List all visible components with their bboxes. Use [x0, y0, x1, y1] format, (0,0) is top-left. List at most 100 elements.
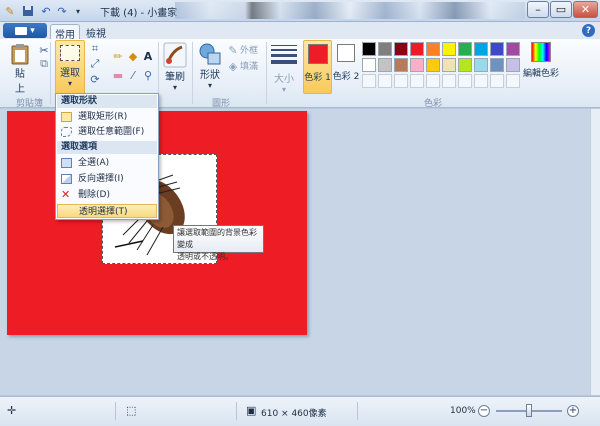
- palette-swatch[interactable]: [410, 58, 424, 72]
- title-bar-background: [175, 2, 525, 19]
- custom-color-slot[interactable]: [410, 74, 424, 88]
- brushes-button[interactable]: 筆刷 ▾: [161, 42, 189, 92]
- custom-color-slot[interactable]: [362, 74, 376, 88]
- paste-button[interactable]: 貼 上: [8, 43, 32, 95]
- freeform-selection-item[interactable]: 選取任意範圍(F): [57, 125, 157, 139]
- shapes-label: 形狀: [200, 70, 220, 81]
- tooltip-line-1: 讓選取範圍的背景色彩變成: [177, 228, 257, 249]
- select-all-icon: [61, 158, 72, 168]
- palette-swatch[interactable]: [394, 58, 408, 72]
- custom-color-slot[interactable]: [442, 74, 456, 88]
- palette-swatch[interactable]: [378, 42, 392, 56]
- help-button[interactable]: ?: [582, 24, 595, 37]
- resize-icon[interactable]: ⤢: [88, 57, 102, 71]
- custom-color-slot[interactable]: [394, 74, 408, 88]
- palette-swatch[interactable]: [474, 42, 488, 56]
- palette-swatch[interactable]: [474, 58, 488, 72]
- shapes-button[interactable]: 形狀 ▾: [197, 42, 223, 90]
- rotate-icon[interactable]: ⟳: [88, 72, 102, 86]
- maximize-button[interactable]: ▭: [550, 1, 572, 18]
- brush-icon: [163, 42, 187, 68]
- text-tool-icon[interactable]: A: [141, 49, 155, 63]
- file-menu-button[interactable]: ▾: [3, 23, 47, 38]
- save-icon[interactable]: [20, 3, 36, 19]
- palette-swatch[interactable]: [394, 42, 408, 56]
- cut-icon[interactable]: ✂: [37, 43, 51, 57]
- palette-swatch[interactable]: [362, 58, 376, 72]
- palette-swatch[interactable]: [426, 58, 440, 72]
- separator: [192, 42, 193, 104]
- color2-button[interactable]: 色彩 2: [333, 40, 359, 82]
- custom-color-slot[interactable]: [474, 74, 488, 88]
- palette-swatch[interactable]: [378, 58, 392, 72]
- copy-icon[interactable]: ⧉: [37, 57, 51, 71]
- tab-view[interactable]: 檢視: [82, 24, 110, 40]
- select-all-item[interactable]: 全選(A): [57, 156, 157, 170]
- paste-label-2: 上: [15, 84, 25, 95]
- fill-label[interactable]: 填滿: [240, 59, 258, 72]
- palette-swatch[interactable]: [442, 42, 456, 56]
- custom-color-slot[interactable]: [506, 74, 520, 88]
- palette-swatch[interactable]: [458, 58, 472, 72]
- color1-button[interactable]: 色彩 1: [303, 40, 332, 94]
- palette-swatch[interactable]: [442, 58, 456, 72]
- select-button[interactable]: 選取 ▾: [55, 40, 85, 94]
- status-divider: [357, 402, 358, 420]
- undo-icon[interactable]: ↶: [38, 3, 54, 19]
- zoom-in-button[interactable]: +: [567, 405, 579, 417]
- fill-bucket-icon[interactable]: ◆: [126, 49, 140, 63]
- close-button[interactable]: ✕: [573, 1, 598, 18]
- minimize-button[interactable]: –: [527, 1, 549, 18]
- zoom-level: 100%: [450, 406, 476, 416]
- tooltip-line-2: 透明或不透明。: [177, 252, 233, 261]
- fill-icon[interactable]: ◈: [226, 59, 240, 73]
- transparent-selection-label: 透明選擇(T): [79, 207, 128, 217]
- shapes-icon: [199, 43, 221, 65]
- delete-item[interactable]: ✕ 刪除(D): [57, 188, 157, 202]
- transparent-selection-item[interactable]: 透明選擇(T): [57, 204, 157, 218]
- palette-swatch[interactable]: [362, 42, 376, 56]
- palette-swatch[interactable]: [410, 42, 424, 56]
- rectangle-select-icon: [61, 112, 72, 122]
- custom-color-slot[interactable]: [490, 74, 504, 88]
- size-button[interactable]: 大小 ▾: [270, 43, 298, 94]
- paint-app-icon[interactable]: ✎: [2, 3, 18, 19]
- custom-color-slot[interactable]: [458, 74, 472, 88]
- invert-selection-item[interactable]: 反向選擇(I): [57, 172, 157, 186]
- cursor-position-icon: ✛: [7, 404, 17, 417]
- size-label: 大小: [274, 74, 294, 85]
- window-title: 下載 (4) - 小畫家: [100, 8, 178, 19]
- status-bar: ✛ ⬚ ▣ 610 × 460像素 100% − +: [0, 396, 600, 426]
- custom-color-slot[interactable]: [426, 74, 440, 88]
- edit-colors-button[interactable]: 編輯色彩: [523, 42, 559, 79]
- palette-swatch[interactable]: [506, 58, 520, 72]
- pencil-icon[interactable]: ✏: [111, 49, 125, 63]
- color-picker-icon[interactable]: ⁄: [126, 68, 140, 82]
- magnifier-icon[interactable]: ⚲: [141, 68, 155, 82]
- dropdown-arrow-icon: ▾: [172, 83, 177, 92]
- palette-swatch[interactable]: [506, 42, 520, 56]
- vertical-scrollbar[interactable]: [590, 109, 600, 395]
- rectangular-selection-item[interactable]: 選取矩形(R): [57, 110, 157, 124]
- rainbow-icon: [531, 42, 551, 62]
- palette-swatch[interactable]: [490, 42, 504, 56]
- eraser-icon[interactable]: ▬: [111, 68, 125, 82]
- palette-swatch[interactable]: [490, 58, 504, 72]
- customize-qat-icon[interactable]: ▾: [70, 3, 86, 19]
- zoom-out-button[interactable]: −: [478, 405, 490, 417]
- tab-home[interactable]: 常用: [50, 24, 80, 41]
- custom-color-slot[interactable]: [378, 74, 392, 88]
- outline-label[interactable]: 外框: [240, 43, 258, 56]
- rectangular-selection-label: 選取矩形(R): [78, 112, 128, 122]
- shapes-group-label: 圖形: [212, 99, 231, 109]
- image-size-icon: ▣: [246, 404, 257, 417]
- clipboard-icon: [11, 44, 29, 65]
- redo-icon[interactable]: ↷: [54, 3, 70, 19]
- outline-icon[interactable]: ✎: [226, 43, 240, 57]
- zoom-slider-thumb[interactable]: [526, 404, 532, 417]
- crop-icon[interactable]: ⌗: [88, 42, 102, 56]
- status-divider: [236, 402, 237, 420]
- invert-selection-label: 反向選擇(I): [78, 174, 124, 184]
- palette-swatch[interactable]: [458, 42, 472, 56]
- palette-swatch[interactable]: [426, 42, 440, 56]
